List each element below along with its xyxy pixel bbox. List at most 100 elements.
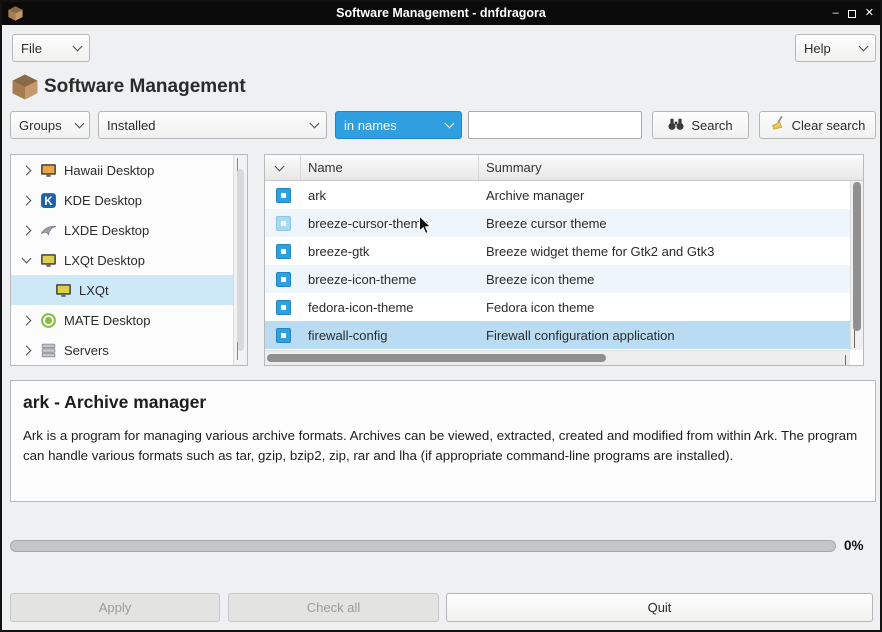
table-horizontal-scrollbar[interactable] (265, 350, 850, 365)
table-vertical-scrollbar[interactable] (850, 181, 863, 350)
name-column-header[interactable]: Name (301, 155, 479, 180)
kde-desktop-icon: K (40, 192, 57, 209)
search-scope-dropdown[interactable]: in names (335, 111, 462, 139)
help-menu-button[interactable]: Help (795, 34, 876, 62)
file-menu-button[interactable]: File (12, 34, 90, 62)
chevron-right-icon[interactable] (19, 345, 33, 355)
progress-percent: 0% (844, 538, 864, 553)
clear-search-button[interactable]: Clear search (759, 111, 876, 139)
close-button[interactable]: ✕ (865, 8, 874, 19)
package-name: breeze-cursor-theme (308, 215, 429, 231)
package-summary: Fedora icon theme (486, 299, 595, 315)
package-checkbox[interactable] (275, 187, 291, 203)
package-name: ark (308, 187, 327, 203)
table-row[interactable]: ark Archive manager (265, 181, 863, 209)
app-window: Software Management - dnfdragora – ✕ Fil… (0, 0, 882, 632)
scroll-down-icon[interactable] (237, 342, 238, 360)
file-menu-label: File (21, 40, 42, 56)
tree-scrollbar-thumb[interactable] (237, 169, 244, 351)
package-name: breeze-gtk (308, 243, 370, 259)
table-row[interactable]: breeze-icon-theme Breeze icon theme (265, 265, 863, 293)
package-name: fedora-icon-theme (308, 299, 414, 315)
lxqt-desktop-icon (40, 252, 57, 269)
help-menu-label: Help (804, 40, 831, 56)
chevron-down-icon (72, 41, 83, 52)
package-icon (10, 72, 40, 102)
apply-button-label: Apply (98, 600, 132, 615)
tree-item-lxde-desktop[interactable]: LXDE Desktop (11, 215, 234, 245)
package-summary: Breeze icon theme (486, 271, 595, 287)
scroll-right-icon[interactable] (845, 355, 846, 365)
servers-icon (40, 342, 57, 359)
table-body: ark Archive manager breeze-cursor-theme … (265, 181, 863, 349)
lxde-desktop-icon (40, 222, 57, 239)
apply-button[interactable]: Apply (10, 593, 220, 622)
search-input[interactable] (468, 111, 642, 139)
scroll-down-icon[interactable] (854, 330, 855, 348)
chevron-down-icon (309, 118, 320, 129)
tree-item-lxqt[interactable]: LXQt (11, 275, 234, 305)
check-all-button[interactable]: Check all (228, 593, 439, 622)
tree-item-label: Servers (64, 342, 109, 358)
tree-item-lxqt-desktop[interactable]: LXQt Desktop (11, 245, 234, 275)
view-filter-value: Installed (107, 117, 156, 133)
view-filter-dropdown[interactable]: Installed (98, 111, 327, 139)
binoculars-icon (668, 117, 684, 134)
checkbox-column-header[interactable] (265, 155, 301, 180)
quit-button[interactable]: Quit (446, 593, 873, 622)
hawaii-desktop-icon (40, 162, 57, 179)
titlebar[interactable]: Software Management - dnfdragora – ✕ (2, 2, 880, 25)
package-checkbox[interactable] (275, 271, 291, 287)
groups-dropdown[interactable]: Groups (10, 111, 90, 139)
summary-column-header[interactable]: Summary (479, 155, 863, 180)
table-row[interactable]: firewall-config Firewall configuration a… (265, 321, 863, 349)
maximize-button[interactable] (847, 9, 856, 18)
check-all-button-label: Check all (306, 600, 361, 615)
package-details-description: Ark is a program for managing various ar… (23, 428, 858, 463)
tree-item-servers[interactable]: Servers (11, 335, 234, 365)
chevron-right-icon[interactable] (19, 195, 33, 205)
tree-item-label: LXQt (79, 282, 109, 298)
mate-desktop-icon (40, 312, 57, 329)
package-checkbox[interactable] (275, 327, 291, 343)
page-title: Software Management (44, 76, 246, 97)
tree-item-kde-desktop[interactable]: K KDE Desktop (11, 185, 234, 215)
minimize-button[interactable]: – (833, 8, 839, 19)
table-row[interactable]: breeze-cursor-theme Breeze cursor theme (265, 209, 863, 237)
chevron-down-icon[interactable] (19, 253, 33, 264)
package-checkbox[interactable] (275, 243, 291, 259)
table-header: Name Summary (265, 155, 863, 181)
tree-item-label: LXQt Desktop (64, 252, 145, 268)
window-title: Software Management - dnfdragora (336, 6, 546, 20)
svg-text:K: K (44, 194, 53, 207)
clear-search-button-label: Clear search (791, 117, 866, 133)
vertical-scrollbar-thumb[interactable] (853, 182, 861, 331)
search-scope-value: in names (344, 117, 397, 133)
table-row[interactable]: fedora-icon-theme Fedora icon theme (265, 293, 863, 321)
package-checkbox[interactable] (275, 215, 291, 231)
progress-bar (10, 540, 836, 552)
package-summary: Breeze widget theme for Gtk2 and Gtk3 (486, 243, 715, 259)
chevron-down-icon (274, 161, 285, 171)
tree-item-label: MATE Desktop (64, 312, 151, 328)
package-name: firewall-config (308, 327, 388, 343)
chevron-down-icon (858, 41, 869, 52)
package-checkbox[interactable] (275, 299, 291, 315)
search-button[interactable]: Search (652, 111, 749, 139)
quit-button-label: Quit (647, 600, 672, 615)
chevron-down-icon (74, 118, 85, 129)
chevron-right-icon[interactable] (19, 315, 33, 325)
package-name: breeze-icon-theme (308, 271, 417, 287)
package-summary: Breeze cursor theme (486, 215, 607, 231)
tree-item-mate-desktop[interactable]: MATE Desktop (11, 305, 234, 335)
tree-scrollbar[interactable] (233, 155, 247, 365)
table-row[interactable]: breeze-gtk Breeze widget theme for Gtk2 … (265, 237, 863, 265)
chevron-right-icon[interactable] (19, 225, 33, 235)
tree-item-hawaii-desktop[interactable]: Hawaii Desktop (11, 155, 234, 185)
chevron-right-icon[interactable] (19, 165, 33, 175)
chevron-down-icon (444, 118, 455, 129)
package-table: Name Summary ark Archive manager breeze-… (264, 154, 864, 366)
package-details-panel: ark - Archive manager Ark is a program f… (10, 380, 876, 502)
package-summary: Firewall configuration application (486, 327, 675, 343)
horizontal-scrollbar-thumb[interactable] (267, 354, 607, 362)
